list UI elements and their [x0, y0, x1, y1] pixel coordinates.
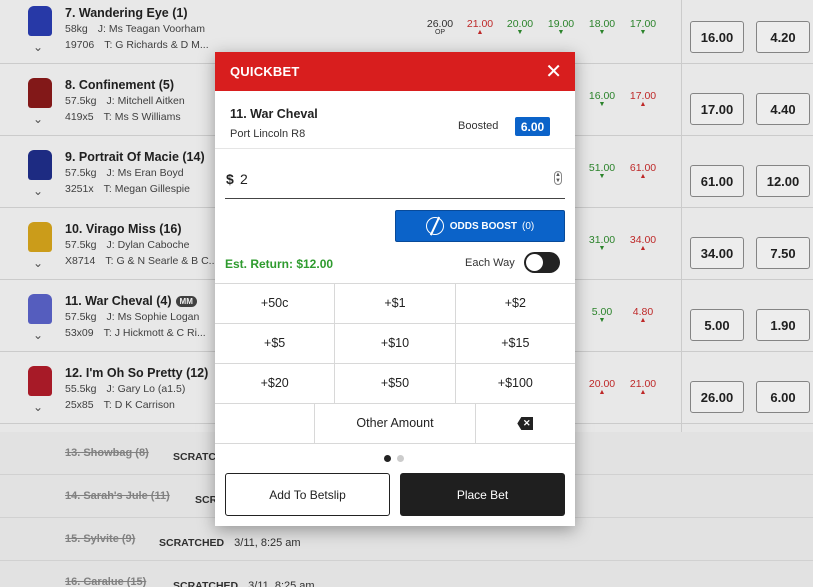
add-to-betslip-button[interactable]: Add To Betslip	[225, 473, 390, 516]
stake-increment-button[interactable]: +$15	[456, 324, 575, 363]
selection-info: 11. War Cheval Port Lincoln R8 Boosted 6…	[215, 91, 575, 149]
page-dot[interactable]	[384, 455, 391, 462]
stake-increment-button[interactable]: +$20	[215, 364, 336, 403]
stake-increment-button[interactable]: +$1	[335, 284, 456, 323]
selection-runner-name: 11. War Cheval	[230, 107, 318, 121]
stake-stepper-icon[interactable]: ▲ ▼	[554, 171, 562, 185]
odds-boost-button[interactable]: ODDS BOOST (0)	[395, 210, 565, 242]
stake-increment-button[interactable]: +$5	[215, 324, 336, 363]
boosted-odds-badge: 6.00	[515, 117, 550, 136]
keypad-empty	[215, 404, 316, 443]
stake-field[interactable]: $ ▲▼	[225, 161, 565, 199]
backspace-icon: ✕	[517, 417, 534, 430]
quickbet-title: QUICKBET	[230, 64, 300, 79]
keypad-row: +50c +$1 +$2	[215, 284, 575, 324]
stake-keypad: +50c +$1 +$2 +$5 +$10 +$15 +$20 +$50 +$100 Other …	[215, 283, 575, 444]
stake-increment-button[interactable]: +$2	[456, 284, 575, 323]
estimated-return: Est. Return: $12.00	[225, 257, 334, 271]
boosted-label: Boosted	[458, 120, 499, 132]
stake-increment-button[interactable]: +50c	[215, 284, 336, 323]
quickbet-header: QUICKBET ✕	[215, 52, 575, 91]
odds-boost-count: (0)	[522, 220, 535, 232]
each-way-label: Each Way	[465, 257, 515, 269]
page-indicator	[384, 455, 404, 462]
backspace-button[interactable]: ✕	[476, 404, 575, 443]
toggle-knob	[526, 254, 543, 271]
each-way-toggle[interactable]	[524, 252, 560, 273]
stake-increment-button[interactable]: +$50	[335, 364, 456, 403]
stake-increment-button[interactable]: +$10	[335, 324, 456, 363]
stake-increment-button[interactable]: +$100	[456, 364, 575, 403]
odds-boost-label: ODDS BOOST	[449, 220, 517, 232]
currency-symbol: $	[226, 171, 234, 187]
page-dot[interactable]	[397, 455, 404, 462]
quickbet-modal: QUICKBET ✕ 11. War Cheval Port Lincoln R…	[215, 52, 575, 526]
keypad-row: +$5 +$10 +$15	[215, 324, 575, 364]
keypad-row: +$20 +$50 +$100	[215, 364, 575, 404]
stake-input[interactable]	[240, 171, 520, 187]
other-amount-button[interactable]: Other Amount	[315, 404, 476, 443]
close-icon[interactable]: ✕	[545, 62, 562, 82]
place-bet-button[interactable]: Place Bet	[400, 473, 565, 516]
selection-meeting: Port Lincoln R8	[230, 128, 306, 140]
keypad-row: Other Amount ✕	[215, 404, 575, 444]
odds-boost-icon	[425, 217, 444, 235]
